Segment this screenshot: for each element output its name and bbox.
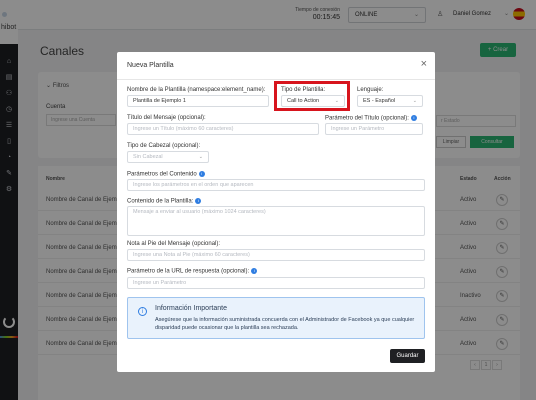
info-text: Asegúrese que la información suministrad…	[155, 317, 415, 331]
cabezal-value: Sin Cabezal	[133, 154, 163, 160]
contenido-textarea[interactable]: Mensaje a enviar al usuario (máximo 1024…	[127, 206, 425, 236]
cabezal-label: Tipo de Cabezal (opcional):	[127, 143, 201, 149]
lenguaje-value: ES - Español	[363, 98, 396, 104]
titulo-input[interactable]: Ingrese un Título (máximo 60 caracteres)	[127, 123, 319, 135]
chevron-down-icon: ⌄	[412, 98, 417, 104]
info-icon[interactable]: i	[195, 198, 202, 204]
info-alert: i Información Importante Asegúrese que l…	[127, 297, 425, 339]
modal-title: Nueva Plantilla	[127, 62, 174, 69]
chevron-down-icon: ⌄	[198, 154, 203, 160]
info-icon[interactable]: i	[410, 115, 417, 121]
nombre-label: Nombre de la Plantilla (namespace:elemen…	[127, 87, 266, 93]
contenido-label: Contenido de la Plantilla: i	[127, 198, 202, 205]
url-label: Parámetro de la URL de respuesta (opcion…	[127, 268, 258, 275]
info-title: Información Importante	[155, 305, 227, 312]
param-titulo-label: Parámetro del Título (opcional): i	[325, 115, 417, 122]
highlight-box	[274, 81, 350, 111]
pie-input[interactable]: Ingrese una Nota al Pie (máximo 60 carac…	[127, 249, 425, 261]
param-titulo-input[interactable]: Ingrese un Parámetro	[325, 123, 423, 135]
new-template-modal: Nueva Plantilla × Nombre de la Plantilla…	[117, 52, 435, 372]
lenguaje-select[interactable]: ES - Español ⌄	[357, 95, 423, 107]
info-icon[interactable]: i	[198, 171, 205, 177]
lenguaje-label: Lenguaje:	[357, 87, 384, 93]
info-icon: i	[138, 307, 147, 316]
nombre-input[interactable]: Plantilla de Ejemplo 1	[127, 95, 269, 107]
cabezal-select[interactable]: Sin Cabezal ⌄	[127, 151, 209, 163]
param-contenido-input[interactable]: Ingrese los parámetros en el orden que a…	[127, 179, 425, 191]
info-icon[interactable]: i	[251, 268, 258, 274]
save-button[interactable]: Guardar	[390, 349, 425, 363]
modal-divider	[117, 79, 435, 80]
titulo-label: Título del Mensaje (opcional):	[127, 115, 206, 121]
pie-label: Nota al Pie del Mensaje (opcional):	[127, 241, 221, 247]
close-icon[interactable]: ×	[421, 58, 427, 70]
url-input[interactable]: Ingrese un Parámetro	[127, 277, 425, 289]
param-contenido-label: Parámetros del Contenido i	[127, 171, 205, 178]
